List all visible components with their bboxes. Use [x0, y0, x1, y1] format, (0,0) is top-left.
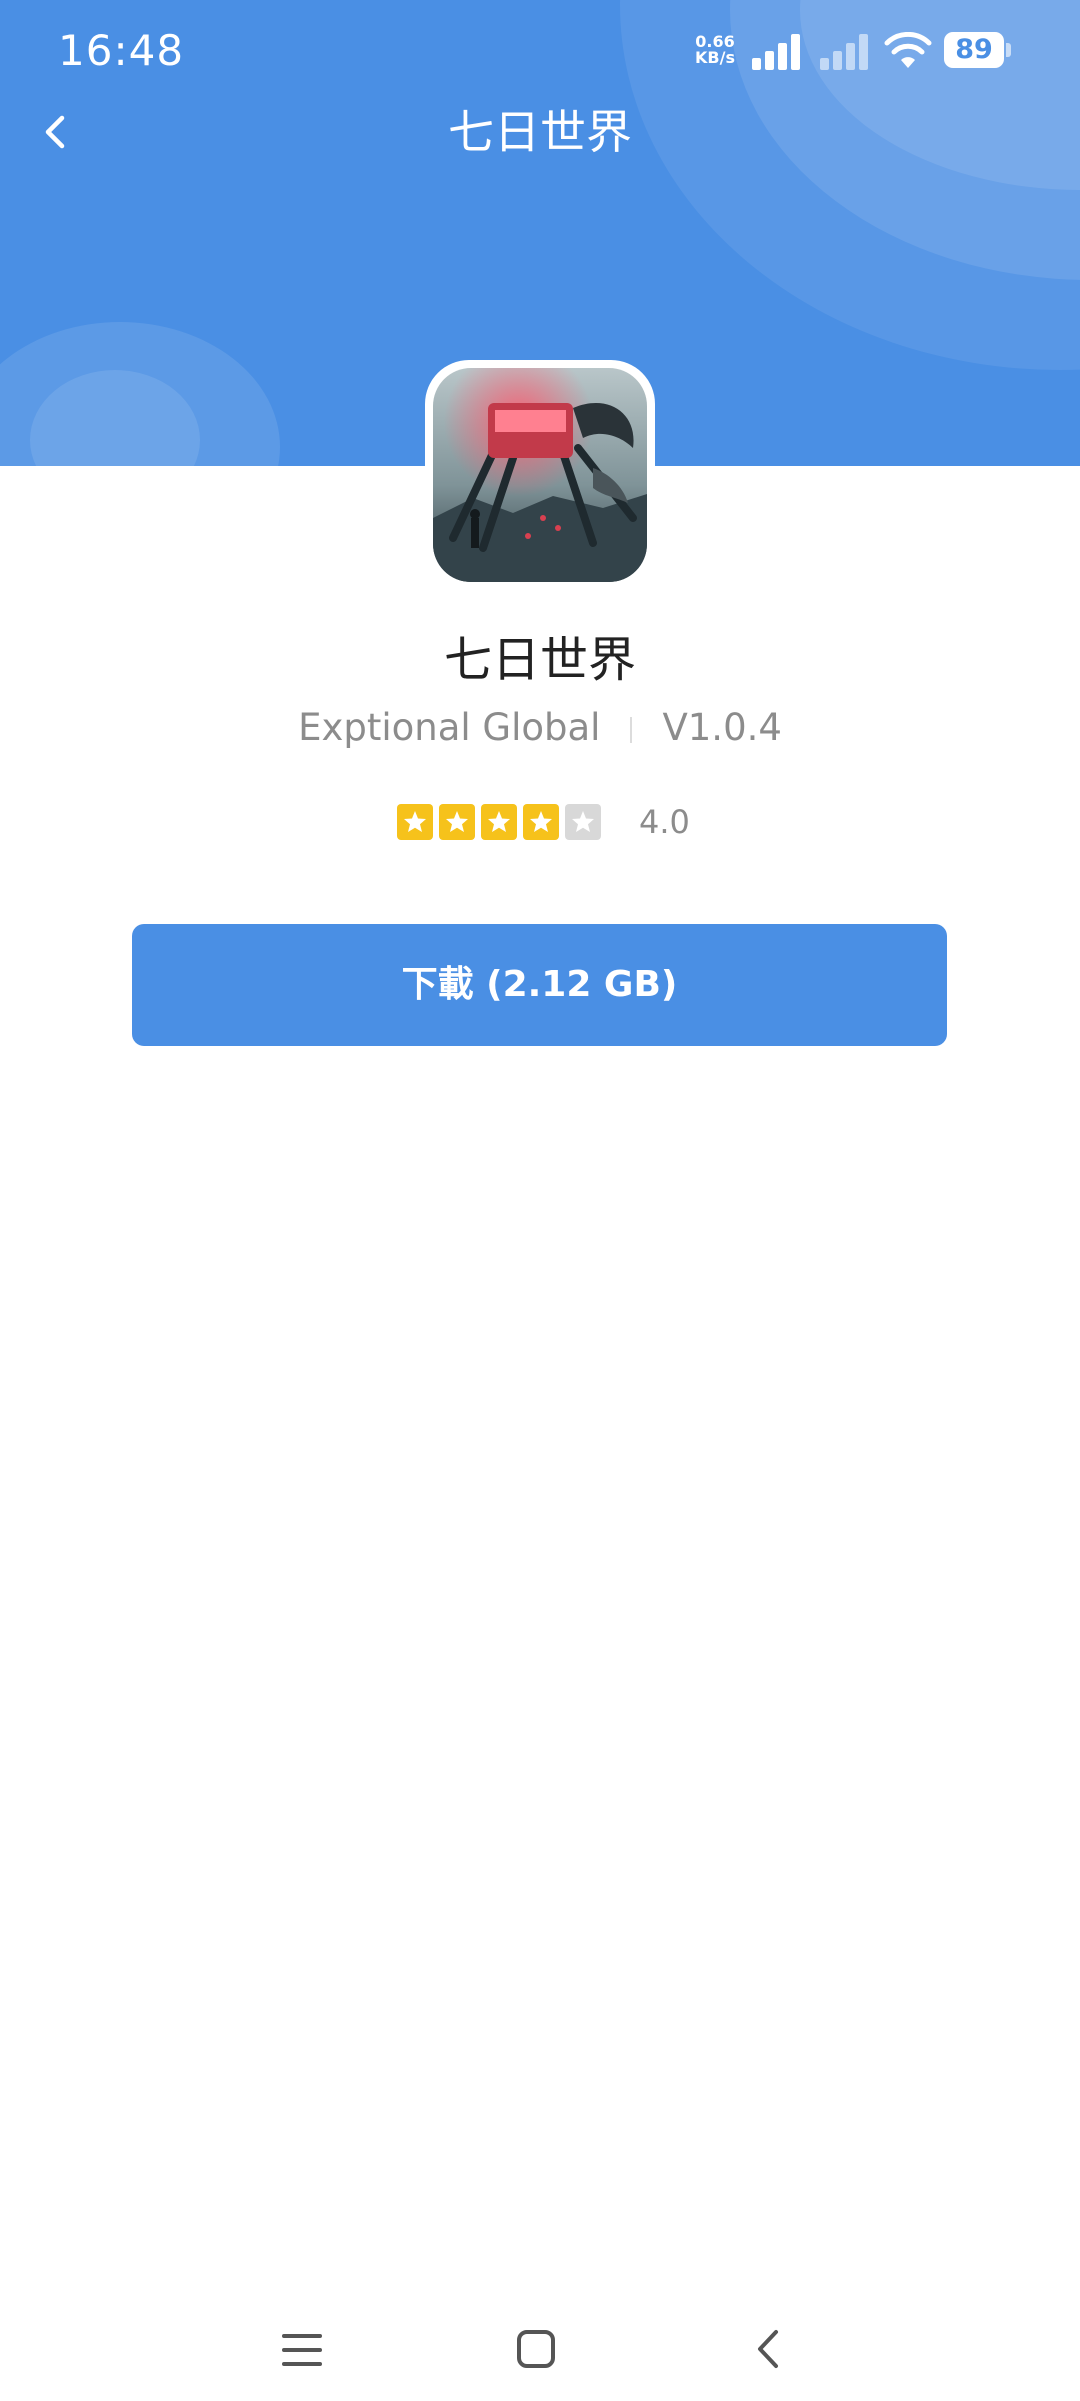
status-time: 16:48 [58, 26, 185, 75]
star-filled-icon [397, 804, 433, 840]
cell-signal-icon [820, 34, 868, 70]
app-name: 七日世界 [443, 632, 636, 688]
home-icon [517, 2330, 555, 2368]
status-bar: 16:48 0.66 KB/s 89 [0, 0, 1080, 100]
rating-row: 4.0 [397, 802, 690, 842]
wifi-icon [884, 32, 932, 68]
page-title: 七日世界 [448, 105, 632, 159]
rating-stars [397, 804, 607, 840]
home-button[interactable] [506, 2320, 566, 2380]
developer-name: Exptional Global [298, 706, 601, 749]
battery-level: 89 [944, 32, 1004, 68]
battery-cap [1006, 43, 1011, 57]
app-detail-page: 16:48 0.66 KB/s 89 七日世界 七日世界 Exptional G… [0, 0, 1080, 2401]
star-filled-icon [523, 804, 559, 840]
network-speed: 0.66 KB/s [695, 34, 735, 66]
network-speed-unit: KB/s [695, 48, 735, 67]
meta-divider [630, 716, 633, 743]
system-nav-bar [0, 2300, 1080, 2400]
app-icon-artwork [433, 368, 647, 582]
rating-value: 4.0 [639, 803, 690, 841]
star-empty-icon [565, 804, 601, 840]
system-back-button[interactable] [740, 2320, 800, 2380]
battery-indicator: 89 [944, 32, 1014, 70]
download-button[interactable]: 下載 (2.12 GB) [132, 924, 947, 1046]
app-icon [433, 368, 647, 582]
back-icon [758, 2330, 778, 2368]
star-filled-icon [481, 804, 517, 840]
recent-apps-button[interactable] [272, 2320, 332, 2380]
menu-icon [282, 2334, 322, 2366]
app-icon-frame [425, 360, 655, 590]
cell-signal-icon [752, 34, 800, 70]
app-meta-row: Exptional Global V1.0.4 [0, 706, 1080, 749]
star-filled-icon [439, 804, 475, 840]
app-version: V1.0.4 [662, 706, 782, 749]
